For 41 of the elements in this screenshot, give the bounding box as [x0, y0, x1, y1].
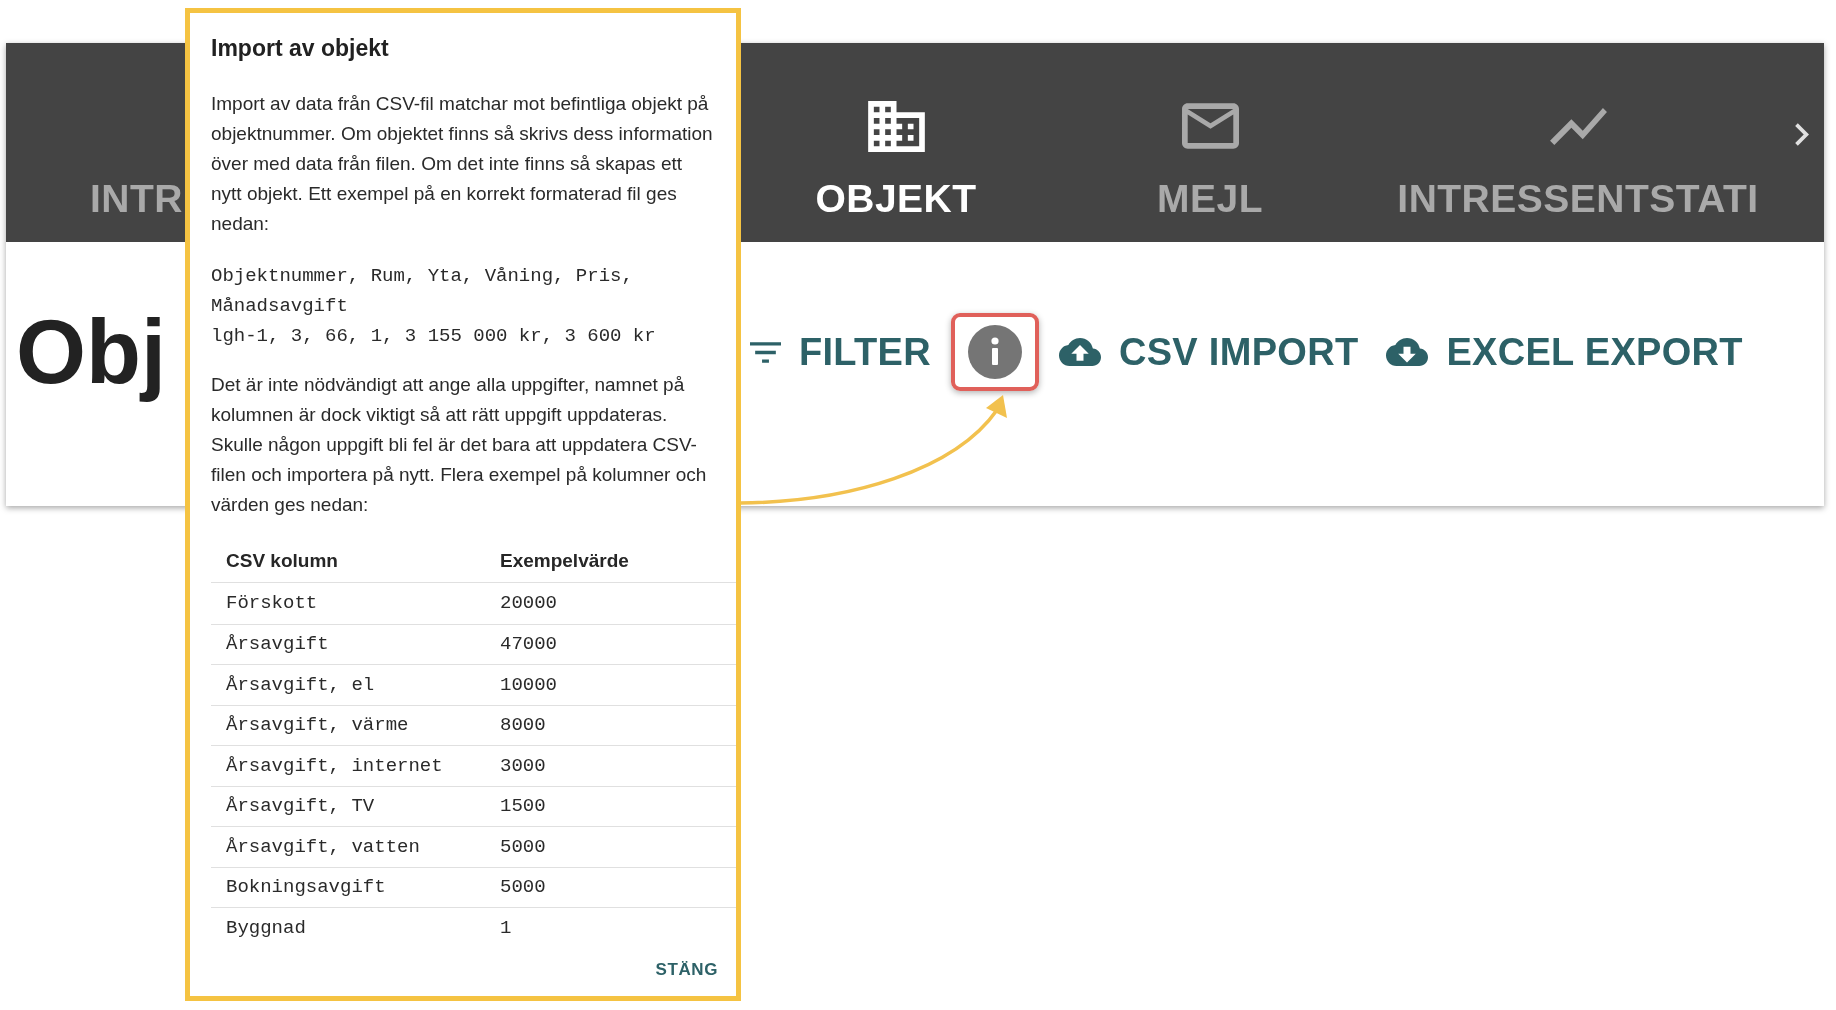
nav-tab[interactable]: OBJEKT [748, 43, 1044, 242]
table-cell-text: 3000 [499, 753, 547, 779]
dialog-title: Import av objekt [211, 34, 390, 63]
table-cell-text: 47000 [499, 632, 558, 657]
table-cell-text: Årsavgift, värme [225, 713, 410, 738]
filter-button[interactable]: FILTER [742, 323, 939, 381]
table-cell-text: Byggnad [225, 915, 307, 941]
line-chart-icon [1549, 107, 1607, 145]
export-button[interactable]: EXCEL EXPORT [1378, 323, 1751, 381]
table-cell-text: 5000 [499, 875, 547, 900]
table-cell-text: Förskott [225, 591, 319, 616]
cloud-upload-icon [1058, 338, 1101, 366]
dialog-text: Import av data från CSV-fil matchar mot befintliga objekt på objektnummer. Om objektet finns så skrivs dess information över med data från filen. Om det inte finns så skapas ett nytt objekt. Ett exempel på en korrekt formaterad fil ges nedan: [211, 92, 714, 236]
chevron-right-icon[interactable] [1795, 123, 1809, 146]
info-button[interactable] [967, 325, 1022, 379]
building-icon [867, 100, 925, 152]
table-cell-text: 1 [499, 915, 513, 941]
table-cell-text: Årsavgift, el [225, 672, 376, 698]
table-cell-text: 8000 [499, 713, 547, 738]
table-cell-text: 20000 [499, 591, 558, 616]
close-button[interactable]: STÄNG [649, 954, 724, 986]
table-cell-text: 5000 [499, 834, 547, 860]
import-button[interactable]: CSV IMPORT [1050, 323, 1367, 381]
table-cell-text: Årsavgift [225, 632, 330, 657]
cloud-download-icon [1386, 338, 1429, 366]
table-header: CSV kolumn [225, 549, 339, 574]
dialog-text: Det är inte nödvändigt att ange alla uppgifter, namnet på kolumnen är dock viktigt så att rätt uppgift uppdateras. Skulle någon uppgift bli fel är det bara att uppdatera CSV-filen och importera på nytt. Flera exempel på kolumner och värden ges nedan: [211, 373, 708, 517]
table-cell-text: Årsavgift, internet [225, 753, 444, 779]
table-cell-text: Årsavgift, TV [225, 794, 376, 819]
mail-icon [1181, 103, 1239, 149]
table-cell-text: Årsavgift, vatten [225, 834, 421, 860]
table-cell-text: 1500 [499, 794, 547, 819]
table-cell-text: 10000 [499, 672, 558, 698]
nav-tab[interactable]: INTR [6, 43, 185, 242]
info-icon [967, 325, 1022, 379]
table-cell-text: Bokningsavgift [225, 875, 387, 900]
nav-tab[interactable]: MEJL [1044, 43, 1376, 242]
code-line: lgh-1, 3, 66, 1, 3 155 000 kr, 3 600 kr [211, 324, 657, 349]
filter-icon [750, 341, 781, 363]
nav-tab[interactable]: INTRESSENTSTATI [1376, 43, 1780, 242]
table-header: Exempelvärde [499, 549, 630, 574]
